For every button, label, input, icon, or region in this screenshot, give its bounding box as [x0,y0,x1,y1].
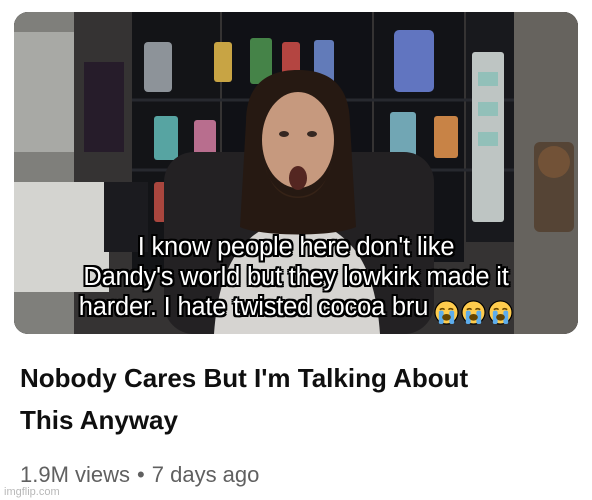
video-title-line-2: This Anyway [20,405,178,435]
loudly-crying-face-icon [488,300,513,325]
upload-age: 7 days ago [151,462,260,487]
meta-separator: • [137,462,145,487]
emoji-row [432,296,513,326]
loudly-crying-face-icon [434,300,459,325]
video-title-line-1: Nobody Cares But I'm Talking About [20,363,469,393]
watermark: imgflip.com [4,486,60,498]
loudly-crying-face-icon [461,300,486,325]
caption-line-2: Dandy's world but they lowkirk made it [83,263,509,291]
caption-line-1: I know people here don't like [137,233,455,261]
meme-caption: I know people here don't like Dandy's wo… [0,232,592,326]
caption-line-3: harder. I hate twisted cocoa bru [0,292,592,326]
view-count: 1.9M views [20,462,131,487]
caption-line-3-text: harder. I hate twisted cocoa bru [78,293,429,321]
video-title[interactable]: Nobody Cares But I'm Talking About This … [20,357,580,441]
